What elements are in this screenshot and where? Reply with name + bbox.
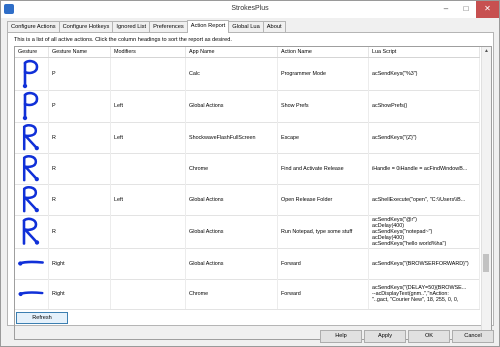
tab-preferences[interactable]: Preferences xyxy=(149,21,188,32)
table-row[interactable]: R Left ShockwaveFlashFullScreen Escape acSen… xyxy=(15,122,480,154)
tab-ignored-list[interactable]: Ignored List xyxy=(112,21,151,32)
action-name-cell: Programmer Mode xyxy=(278,58,369,90)
table-row[interactable]: P Calc Programmer Mode acSendKeys("%3") xyxy=(15,58,480,91)
app-name-cell: ShockwaveFlashFullScreen xyxy=(186,122,278,153)
gesture-right-line-icon xyxy=(15,279,49,309)
lua-script-cell: acSendKeys("{BROWSERFORWARD}") xyxy=(369,248,480,279)
action-report-panel: This is a list of all active actions. Cl… xyxy=(7,32,494,340)
lua-script-cell: iHandle = 0iHandle = acFindWindowB... xyxy=(369,153,480,184)
gesture-p-icon xyxy=(15,90,49,122)
modifiers-cell xyxy=(111,153,186,184)
action-name-cell: Run Notepad, type some stuff xyxy=(278,215,369,248)
action-name-cell: Find and Activate Release xyxy=(278,153,369,184)
maximize-button[interactable]: □ xyxy=(456,1,476,18)
app-name-cell: Global Actions xyxy=(186,215,278,248)
minimize-button[interactable]: – xyxy=(436,1,456,18)
tab-bar: Configure Actions Configure Hotkeys Ignore… xyxy=(7,20,286,33)
lua-script-cell: acShowPrefs() xyxy=(369,90,480,122)
window-title: StrokesPlus xyxy=(231,5,269,12)
ok-button[interactable]: OK xyxy=(408,330,450,343)
column-header-modifiers[interactable]: Modifiers xyxy=(111,47,186,57)
action-name-cell: Show Prefs xyxy=(278,90,369,122)
app-name-cell: Global Actions xyxy=(186,248,278,279)
table-row[interactable]: Right Global Actions Forward acSendKeys("{B… xyxy=(15,248,480,280)
tab-configure-actions[interactable]: Configure Actions xyxy=(7,21,60,32)
app-name-cell: Calc xyxy=(186,58,278,90)
lua-script-cell: acSendKeys("{DELAY=50}{BROWSE... --acDis… xyxy=(369,279,480,309)
gesture-name-cell: Right xyxy=(49,248,111,279)
action-report-list[interactable]: Gesture Gesture Name Modifiers App Name Acti… xyxy=(14,46,492,340)
gesture-r-icon xyxy=(15,153,49,184)
title-bar: StrokesPlus – □ ✕ xyxy=(1,1,499,18)
column-header-app-name[interactable]: App Name xyxy=(186,47,278,57)
modifiers-cell: Left xyxy=(111,122,186,153)
gesture-name-cell: R xyxy=(49,215,111,248)
action-name-cell: Forward xyxy=(278,279,369,309)
main-window: StrokesPlus – □ ✕ Configure Actions Confi… xyxy=(0,0,500,347)
tab-action-report[interactable]: Action Report xyxy=(186,20,230,33)
lua-script-cell: acSendKeys("@r") acDelay(400) acSendKeys… xyxy=(369,215,480,248)
column-header-row: Gesture Gesture Name Modifiers App Name Acti… xyxy=(15,47,480,58)
tab-global-lua[interactable]: Global Lua xyxy=(228,21,264,32)
column-header-gesture-name[interactable]: Gesture Name xyxy=(49,47,111,57)
scrollbar-thumb[interactable] xyxy=(483,254,489,272)
gesture-p-icon xyxy=(15,58,49,90)
action-name-cell: Open Release Folder xyxy=(278,184,369,215)
apply-button[interactable]: Apply xyxy=(364,330,406,343)
tab-about[interactable]: About xyxy=(262,21,286,32)
scroll-up-arrow[interactable]: ▲ xyxy=(482,47,491,56)
modifiers-cell xyxy=(111,248,186,279)
column-header-action-name[interactable]: Action Name xyxy=(278,47,369,57)
tab-configure-hotkeys[interactable]: Configure Hotkeys xyxy=(58,21,114,32)
table-row[interactable]: R Chrome Find and Activate Release iHandle … xyxy=(15,153,480,185)
table-row[interactable]: R Global Actions Run Notepad, type some st… xyxy=(15,215,480,249)
column-header-lua-script[interactable]: Lua Script xyxy=(369,47,480,57)
table-row[interactable]: R Left Global Actions Open Release Folder ac… xyxy=(15,184,480,216)
action-name-cell: Escape xyxy=(278,122,369,153)
lua-script-cell: acShellExecute("open", "C:\\Users\\B... xyxy=(369,184,480,215)
gesture-r-icon xyxy=(15,215,49,248)
cancel-button[interactable]: Cancel xyxy=(452,330,494,343)
lua-script-cell: acSendKeys("{Z}") xyxy=(369,122,480,153)
action-name-cell: Forward xyxy=(278,248,369,279)
gesture-r-icon xyxy=(15,184,49,215)
app-name-cell: Chrome xyxy=(186,279,278,309)
gesture-name-cell: R xyxy=(49,153,111,184)
modifiers-cell xyxy=(111,58,186,90)
gesture-right-line-icon xyxy=(15,248,49,279)
refresh-button[interactable]: Refresh xyxy=(16,312,68,324)
gesture-name-cell: Right xyxy=(49,279,111,309)
close-button[interactable]: ✕ xyxy=(476,1,499,18)
column-header-gesture[interactable]: Gesture xyxy=(15,47,49,57)
app-name-cell: Global Actions xyxy=(186,184,278,215)
table-row[interactable]: Right Chrome Forward acSendKeys("{DELAY=50}… xyxy=(15,279,480,310)
table-row[interactable]: P Left Global Actions Show Prefs acShowPrefs… xyxy=(15,90,480,123)
app-name-cell: Chrome xyxy=(186,153,278,184)
gesture-r-icon xyxy=(15,122,49,153)
gesture-name-cell: P xyxy=(49,90,111,122)
modifiers-cell: Left xyxy=(111,184,186,215)
gesture-name-cell: P xyxy=(49,58,111,90)
report-description: This is a list of all active actions. Cl… xyxy=(14,37,232,43)
vertical-scrollbar[interactable]: ▲ ▼ xyxy=(481,47,491,339)
lua-script-cell: acSendKeys("%3") xyxy=(369,58,480,90)
modifiers-cell: Left xyxy=(111,90,186,122)
help-button[interactable]: Help xyxy=(320,330,362,343)
gesture-name-cell: R xyxy=(49,184,111,215)
gesture-name-cell: R xyxy=(49,122,111,153)
app-name-cell: Global Actions xyxy=(186,90,278,122)
modifiers-cell xyxy=(111,215,186,248)
modifiers-cell xyxy=(111,279,186,309)
